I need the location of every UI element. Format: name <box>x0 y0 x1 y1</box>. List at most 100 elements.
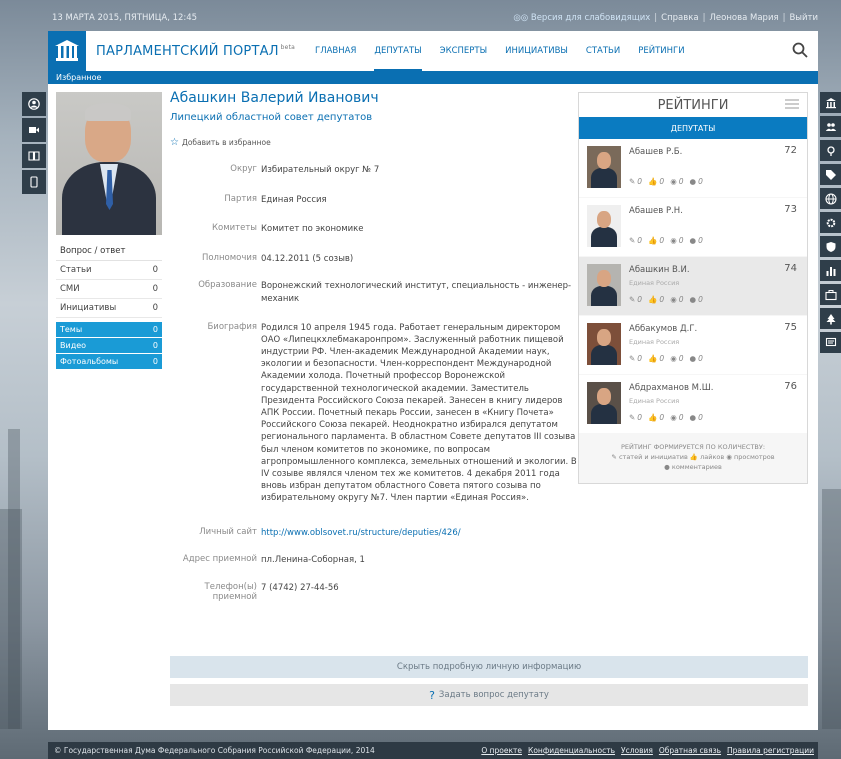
rail-location-button[interactable] <box>820 140 841 161</box>
nav-home[interactable]: ГЛАВНАЯ <box>315 31 356 71</box>
rail-globe-button[interactable] <box>820 188 841 209</box>
rail-book-button[interactable] <box>22 144 46 168</box>
deputy-thumbnail <box>587 205 621 247</box>
rail-mobile-button[interactable] <box>22 170 46 194</box>
eye-icon: ◉ 0 <box>670 177 684 186</box>
rail-settings-button[interactable] <box>820 212 841 233</box>
field-party: Партия Единая Россия <box>224 193 327 205</box>
deputy-thumbnail <box>587 382 621 424</box>
comment-icon: ● 0 <box>689 177 703 186</box>
favorites-strip[interactable]: Избранное <box>48 71 818 84</box>
like-icon: 👍 0 <box>648 236 665 245</box>
nav-experts[interactable]: ЭКСПЕРТЫ <box>440 31 488 71</box>
top-info-bar: 13 МАРТА 2015, ПЯТНИЦА, 12:45 ◎◎ Версия … <box>52 13 818 23</box>
nav-articles[interactable]: СТАТЬИ <box>586 31 620 71</box>
main-nav: ГЛАВНАЯ ДЕПУТАТЫ ЭКСПЕРТЫ ИНИЦИАТИВЫ СТА… <box>315 31 685 71</box>
rail-tree-button[interactable] <box>820 308 841 329</box>
current-date: 13 МАРТА 2015, ПЯТНИЦА, 12:45 <box>52 13 198 23</box>
stat-articles[interactable]: Статьи 0 <box>56 261 162 280</box>
question-mark-icon: ? <box>429 688 435 702</box>
portal-title[interactable]: ПАРЛАМЕНТСКИЙ ПОРТАЛ beta <box>96 44 295 59</box>
comment-icon: ● <box>664 463 670 471</box>
footer-link-privacy[interactable]: Конфиденциальность <box>528 746 615 755</box>
stat-initiatives[interactable]: Инициативы 0 <box>56 299 162 318</box>
nav-initiatives[interactable]: ИНИЦИАТИВЫ <box>505 31 568 71</box>
articles-icon: ✎ 0 <box>629 354 643 363</box>
nav-ratings[interactable]: РЕЙТИНГИ <box>638 31 684 71</box>
deputy-thumbnail <box>587 264 621 306</box>
ratings-legend: РЕЙТИНГ ФОРМИРУЕТСЯ ПО КОЛИЧЕСТВУ: ✎ ста… <box>611 443 775 471</box>
deputy-thumbnail <box>587 146 621 188</box>
right-rail <box>820 92 841 356</box>
nav-deputies[interactable]: ДЕПУТАТЫ <box>374 31 422 71</box>
deputy-photo <box>56 92 162 235</box>
accessible-version-link[interactable]: ◎◎ Версия для слабовидящих <box>513 13 650 23</box>
rail-people-button[interactable] <box>820 116 841 137</box>
field-biography: Биография Родился 10 апреля 1945 года. Р… <box>207 321 577 504</box>
video-camera-icon <box>29 127 39 133</box>
parliament-building-icon[interactable] <box>48 31 86 71</box>
rating-item[interactable]: Аббакумов Д.Г. Единая Россия 75 ✎ 0 👍 0 ◉ 0 ● 0 <box>579 316 807 374</box>
hamburger-menu-icon[interactable] <box>785 99 799 109</box>
rail-chat-button[interactable] <box>820 332 841 353</box>
copyright: © Государственная Дума Федерального Собр… <box>54 746 375 755</box>
rating-item[interactable]: Абашев Р.Б. 72 ✎ 0 👍 0 ◉ 0 ● 0 <box>579 139 807 197</box>
eye-icon: ◉ 0 <box>670 236 684 245</box>
rail-tag-button[interactable] <box>820 164 841 185</box>
articles-icon: ✎ 0 <box>629 413 643 422</box>
stat-video[interactable]: Видео 0 <box>56 338 162 353</box>
add-to-favorites-button[interactable]: ☆ Добавить в избранное <box>170 137 580 148</box>
briefcase-icon <box>824 289 837 300</box>
rail-briefcase-button[interactable] <box>820 284 841 305</box>
glasses-icon: ◎◎ <box>513 13 529 23</box>
comment-icon: ● 0 <box>689 413 703 422</box>
globe-icon <box>824 192 837 205</box>
eye-icon: ◉ 0 <box>670 413 684 422</box>
building-icon <box>825 97 836 108</box>
like-icon: 👍 0 <box>648 295 665 304</box>
deputy-thumbnail <box>587 323 621 365</box>
articles-icon: ✎ 0 <box>629 236 643 245</box>
ratings-header: РЕЙТИНГИ <box>579 93 807 117</box>
shield-icon <box>826 241 835 252</box>
qa-link[interactable]: Вопрос / ответ <box>56 244 162 261</box>
deputy-organization[interactable]: Липецкий областной совет депутатов <box>170 112 580 123</box>
field-district: Округ Избирательный округ № 7 <box>230 164 380 175</box>
articles-icon: ✎ <box>611 453 617 461</box>
rail-shield-button[interactable] <box>820 236 841 257</box>
footer-link-about[interactable]: О проекте <box>481 746 522 755</box>
beta-tag: beta <box>280 44 296 52</box>
search-icon[interactable] <box>792 42 808 58</box>
field-phone: Телефон(ы) приемной 7 (4742) 27-44-56 <box>204 581 339 602</box>
rating-item[interactable]: Абашев Р.Н. 73 ✎ 0 👍 0 ◉ 0 ● 0 <box>579 198 807 256</box>
user-name-link[interactable]: Леонова Мария <box>710 13 779 23</box>
rail-profile-button[interactable] <box>22 92 46 116</box>
comment-icon: ● 0 <box>689 295 703 304</box>
comment-icon: ● 0 <box>689 354 703 363</box>
rail-parliament-button[interactable] <box>820 92 841 113</box>
rail-stats-button[interactable] <box>820 260 841 281</box>
comment-icon: ● 0 <box>689 236 703 245</box>
articles-icon: ✎ 0 <box>629 295 643 304</box>
stat-topics[interactable]: Темы 0 <box>56 322 162 337</box>
ratings-tab-deputies[interactable]: ДЕПУТАТЫ <box>579 117 807 139</box>
like-icon: 👍 0 <box>648 413 665 422</box>
footer-link-feedback[interactable]: Обратная связь <box>659 746 721 755</box>
footer-link-rules[interactable]: Правила регистрации <box>727 746 814 755</box>
left-rail <box>22 92 46 196</box>
personal-site-link[interactable]: http://www.oblsovet.ru/structure/deputie… <box>261 528 461 538</box>
help-link[interactable]: Справка <box>661 13 698 23</box>
rating-item[interactable]: Абдрахманов М.Ш. Единая Россия 76 ✎ 0 👍 0 ◉ 0… <box>579 375 807 433</box>
rating-item-current[interactable]: Абашкин В.И. Единая Россия 74 ✎ 0 👍 0 ◉ 0 ● 0 <box>579 257 807 315</box>
tag-icon <box>825 169 836 180</box>
book-icon <box>28 151 40 161</box>
stat-photo-albums[interactable]: Фотоальбомы 0 <box>56 354 162 369</box>
logout-link[interactable]: Выйти <box>789 13 818 23</box>
people-icon <box>825 122 836 131</box>
articles-icon: ✎ 0 <box>629 177 643 186</box>
ask-deputy-button[interactable]: ? Задать вопрос депутату <box>170 684 808 706</box>
footer-link-terms[interactable]: Условия <box>621 746 653 755</box>
stat-media[interactable]: СМИ 0 <box>56 280 162 299</box>
hide-info-button[interactable]: Скрыть подробную личную информацию <box>170 656 808 678</box>
rail-video-button[interactable] <box>22 118 46 142</box>
